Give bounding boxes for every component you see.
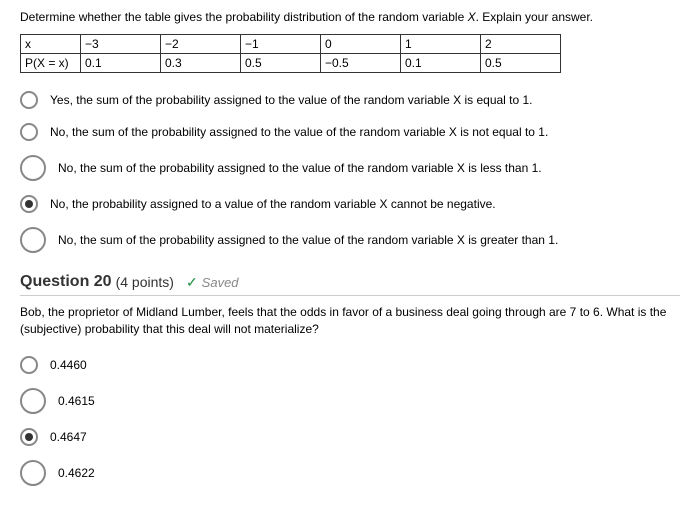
q20-title: Question 20 [20, 273, 112, 291]
q19-options: Yes, the sum of the probability assigned… [20, 91, 680, 253]
saved-label: Saved [202, 275, 239, 290]
opt-label: No, the sum of the probability assigned … [58, 233, 558, 247]
q20-opt-0[interactable]: 0.4460 [20, 356, 680, 374]
q20-opt-1[interactable]: 0.4615 [20, 388, 680, 414]
radio-icon [20, 91, 38, 109]
opt-label: Yes, the sum of the probability assigned… [50, 93, 533, 107]
q19-var: X [468, 10, 476, 24]
th-c2: −2 [161, 35, 241, 54]
td-c4: −0.5 [321, 54, 401, 73]
th-c1: −3 [81, 35, 161, 54]
opt-label: No, the sum of the probability assigned … [58, 161, 542, 175]
opt-label: 0.4647 [50, 430, 87, 444]
radio-icon [20, 460, 46, 486]
th-c4: 0 [321, 35, 401, 54]
radio-icon [20, 123, 38, 141]
th-x: x [21, 35, 81, 54]
td-c6: 0.5 [481, 54, 561, 73]
radio-icon-selected [20, 428, 38, 446]
td-px: P(X = x) [21, 54, 81, 73]
table-row: P(X = x) 0.1 0.3 0.5 −0.5 0.1 0.5 [21, 54, 561, 73]
td-c3: 0.5 [241, 54, 321, 73]
td-c5: 0.1 [401, 54, 481, 73]
radio-icon [20, 155, 46, 181]
saved-indicator: ✓ Saved [186, 274, 239, 291]
radio-icon [20, 388, 46, 414]
q19-opt-3[interactable]: No, the probability assigned to a value … [20, 195, 680, 213]
opt-label: 0.4615 [58, 394, 95, 408]
opt-label: 0.4460 [50, 358, 87, 372]
radio-icon [20, 227, 46, 253]
radio-icon-selected [20, 195, 38, 213]
opt-label: No, the sum of the probability assigned … [50, 125, 548, 139]
q20-points: (4 points) [116, 274, 174, 290]
table-row: x −3 −2 −1 0 1 2 [21, 35, 561, 54]
q20-header: Question 20 (4 points) ✓ Saved [20, 273, 680, 296]
q19-prompt-pre: Determine whether the table gives the pr… [20, 10, 468, 24]
td-c2: 0.3 [161, 54, 241, 73]
opt-label: No, the probability assigned to a value … [50, 197, 496, 211]
probability-table: x −3 −2 −1 0 1 2 P(X = x) 0.1 0.3 0.5 −0… [20, 34, 561, 73]
q19-opt-0[interactable]: Yes, the sum of the probability assigned… [20, 91, 680, 109]
q20-body: Bob, the proprietor of Midland Lumber, f… [20, 304, 680, 338]
q19-opt-2[interactable]: No, the sum of the probability assigned … [20, 155, 680, 181]
radio-icon [20, 356, 38, 374]
check-icon: ✓ [186, 274, 198, 291]
q19-opt-4[interactable]: No, the sum of the probability assigned … [20, 227, 680, 253]
th-c5: 1 [401, 35, 481, 54]
q20-opt-3[interactable]: 0.4622 [20, 460, 680, 486]
opt-label: 0.4622 [58, 466, 95, 480]
q19-prompt: Determine whether the table gives the pr… [20, 10, 680, 24]
q19-opt-1[interactable]: No, the sum of the probability assigned … [20, 123, 680, 141]
q20-opt-2[interactable]: 0.4647 [20, 428, 680, 446]
th-c6: 2 [481, 35, 561, 54]
q20-options: 0.4460 0.4615 0.4647 0.4622 [20, 356, 680, 486]
td-c1: 0.1 [81, 54, 161, 73]
th-c3: −1 [241, 35, 321, 54]
q19-prompt-post: . Explain your answer. [476, 10, 593, 24]
